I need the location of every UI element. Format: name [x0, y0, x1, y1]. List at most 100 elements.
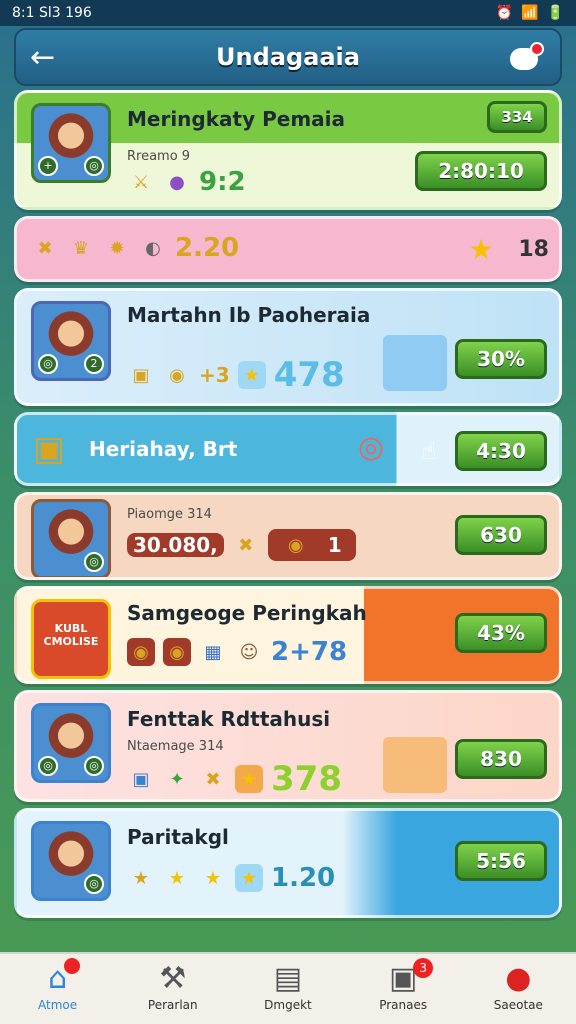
icon-row: 30.080, ✖ ◉ 1 [127, 529, 356, 561]
wrench-icon: ⚒ [159, 961, 187, 996]
list-item[interactable]: ◎ 2 Martahn Ib Paoheraia ▣ ◉ +3 ★ 478 30% [14, 288, 562, 406]
star-icon: ★ [168, 867, 186, 889]
big-number: 2+78 [271, 637, 348, 667]
list-item[interactable]: + ◎ Meringkaty Pemaia Rreamo 9 ⚔ ● 9:2 33… [14, 90, 562, 210]
tab-list[interactable]: ▤ Dmgekt [240, 960, 336, 1012]
potion-icon: ● [169, 171, 185, 193]
coin-icon: ◉ [163, 638, 191, 666]
clock-icon: ◐ [145, 237, 161, 259]
tab-tools[interactable]: ⚒ Perarlan [125, 960, 221, 1012]
cross-icon: ✖ [238, 534, 254, 556]
status-left: 8:1 Sl3 196 [12, 5, 92, 21]
score-pill: 2:80:10 [415, 151, 547, 191]
list-item[interactable]: ◎ Paritakgl ★ ★ ★ ★ 1.20 5:56 [14, 808, 562, 918]
star-icon: ★ [237, 361, 266, 389]
empty-slot [383, 737, 447, 793]
chat-icon[interactable] [510, 42, 544, 70]
star-icon: ★ [468, 232, 494, 266]
back-arrow-icon[interactable]: ← [30, 40, 55, 75]
avatar: ◎ 2 [31, 301, 111, 381]
avatar: ◎ [31, 821, 111, 901]
icon-row: ▣ ◉ +3 ★ 478 [127, 355, 345, 395]
list-item[interactable]: KUBL CMOLISE Samgeoge Peringkah ◉ ◉ ▦ ☺ … [14, 586, 562, 684]
list-item-sub: Rreamo 9 [127, 149, 191, 164]
hammer-icon: ✖ [37, 237, 53, 259]
mailbox-icon: ▣ [388, 961, 418, 996]
count-chip: ◉ 1 [267, 529, 356, 561]
notification-dot [530, 42, 544, 56]
chest-icon: ★ [132, 867, 150, 889]
value-text: 1.20 [271, 863, 336, 893]
coin-icon: ◉ [127, 638, 155, 666]
list-item-title: Martahn Ib Paoheraia [127, 303, 371, 327]
top-header: ← Undagaaia [14, 28, 562, 86]
list-item-title: Samgeoge Peringkah [127, 601, 367, 625]
status-icons: ⏰ 📶 🔋 [496, 5, 564, 21]
bottom-tab-bar: ⌂ Atmoe ⚒ Perarlan ▤ Dmgekt ▣ 3 Pranaes … [0, 952, 576, 1024]
tab-label: Dmgekt [264, 998, 312, 1012]
chest-icon: ▣ [132, 364, 150, 386]
icon-row: ▣ ✦ ✖ ★ 378 [127, 759, 342, 799]
tab-label: Atmoe [38, 998, 78, 1012]
status-bar: 8:1 Sl3 196 ⏰ 📶 🔋 [0, 0, 576, 26]
big-number: 478 [273, 355, 345, 395]
home-icon: ⌂ [48, 961, 68, 996]
tab-label: Perarlan [147, 998, 198, 1012]
battery-icon: 🔋 [546, 5, 564, 21]
tab-inbox[interactable]: ▣ 3 Pranaes [355, 958, 451, 1012]
club-badge: KUBL CMOLISE [31, 599, 111, 679]
value-text: 30.080, [127, 533, 224, 557]
leaf-icon: ✦ [169, 768, 185, 790]
value-text: 9:2 [199, 167, 246, 197]
coin-icon: ◉ [169, 364, 185, 386]
shop-icon: ▦ [204, 641, 222, 663]
avatar: ◎ ◎ [31, 703, 111, 783]
sword-icon: ⚔ [132, 171, 150, 193]
list-item-title: Fenttak Rdttahusi [127, 707, 331, 731]
wifi-icon: 📶 [521, 5, 539, 21]
value-text: 2.20 [175, 233, 240, 263]
avatar: + ◎ [31, 103, 111, 183]
list-item-sub: Piaomge 314 [127, 507, 212, 522]
score-pill: 830 [455, 739, 547, 779]
list-item-title: Paritakgl [127, 825, 229, 849]
icon-row: ◉ ◉ ▦ ☺ 2+78 [127, 637, 347, 667]
value-text: +3 [199, 363, 230, 387]
tab-label: Pranaes [379, 998, 428, 1012]
score-pill: 30% [455, 339, 547, 379]
hero-icon: ☺ [239, 641, 259, 663]
box-icon: ▣ [132, 768, 150, 790]
list-item[interactable]: ▣ Heriahay, Brt ◎ ☝ 4:30 [14, 412, 562, 486]
icon-row: ✖ ♛ ✹ ◐ 2.20 [31, 233, 239, 263]
list-item-title: Heriahay, Brt [89, 437, 238, 461]
avatar: ◎ [31, 499, 111, 577]
score-pill: 630 [455, 515, 547, 555]
star-icon: ★ [235, 864, 263, 892]
notification-dot [63, 958, 80, 974]
big-number: 378 [271, 759, 342, 799]
count-text: 18 [518, 237, 549, 262]
list-item[interactable]: ◎ ◎ Fenttak Rdttahusi Ntaemage 314 ▣ ✦ ✖ … [14, 690, 562, 802]
list-item[interactable]: ◎ Piaomge 314 30.080, ✖ ◉ 1 630 [14, 492, 562, 580]
crown-icon: ♛ [72, 237, 90, 259]
list-item[interactable]: ✖ ♛ ✹ ◐ 2.20 ★ 18 [14, 216, 562, 282]
tab-settings[interactable]: ● Saeotae [470, 960, 566, 1012]
chest-icon: ▣ [32, 429, 66, 469]
candy-icon: ◎ [357, 429, 385, 465]
leaderboard-list: + ◎ Meringkaty Pemaia Rreamo 9 ⚔ ● 9:2 33… [14, 90, 562, 924]
count-text: 1 [327, 533, 342, 557]
gear-icon: ✹ [109, 237, 125, 259]
icon-row: ★ ★ ★ ★ 1.20 [127, 863, 335, 893]
coin-icon: ◉ [287, 534, 304, 556]
star-icon: ★ [204, 867, 222, 889]
list-item-title: Meringkaty Pemaia [127, 107, 346, 131]
empty-slot [383, 335, 447, 391]
tab-home[interactable]: ⌂ Atmoe [10, 958, 106, 1012]
cross-icon: ✖ [205, 768, 221, 790]
rank-corner-badge: 334 [487, 101, 547, 133]
score-pill: 4:30 [455, 431, 547, 471]
tab-label: Saeotae [493, 998, 543, 1012]
joystick-icon: ● [505, 961, 532, 996]
star-icon: ★ [235, 765, 263, 793]
list-item-sub: Ntaemage 314 [127, 739, 224, 754]
